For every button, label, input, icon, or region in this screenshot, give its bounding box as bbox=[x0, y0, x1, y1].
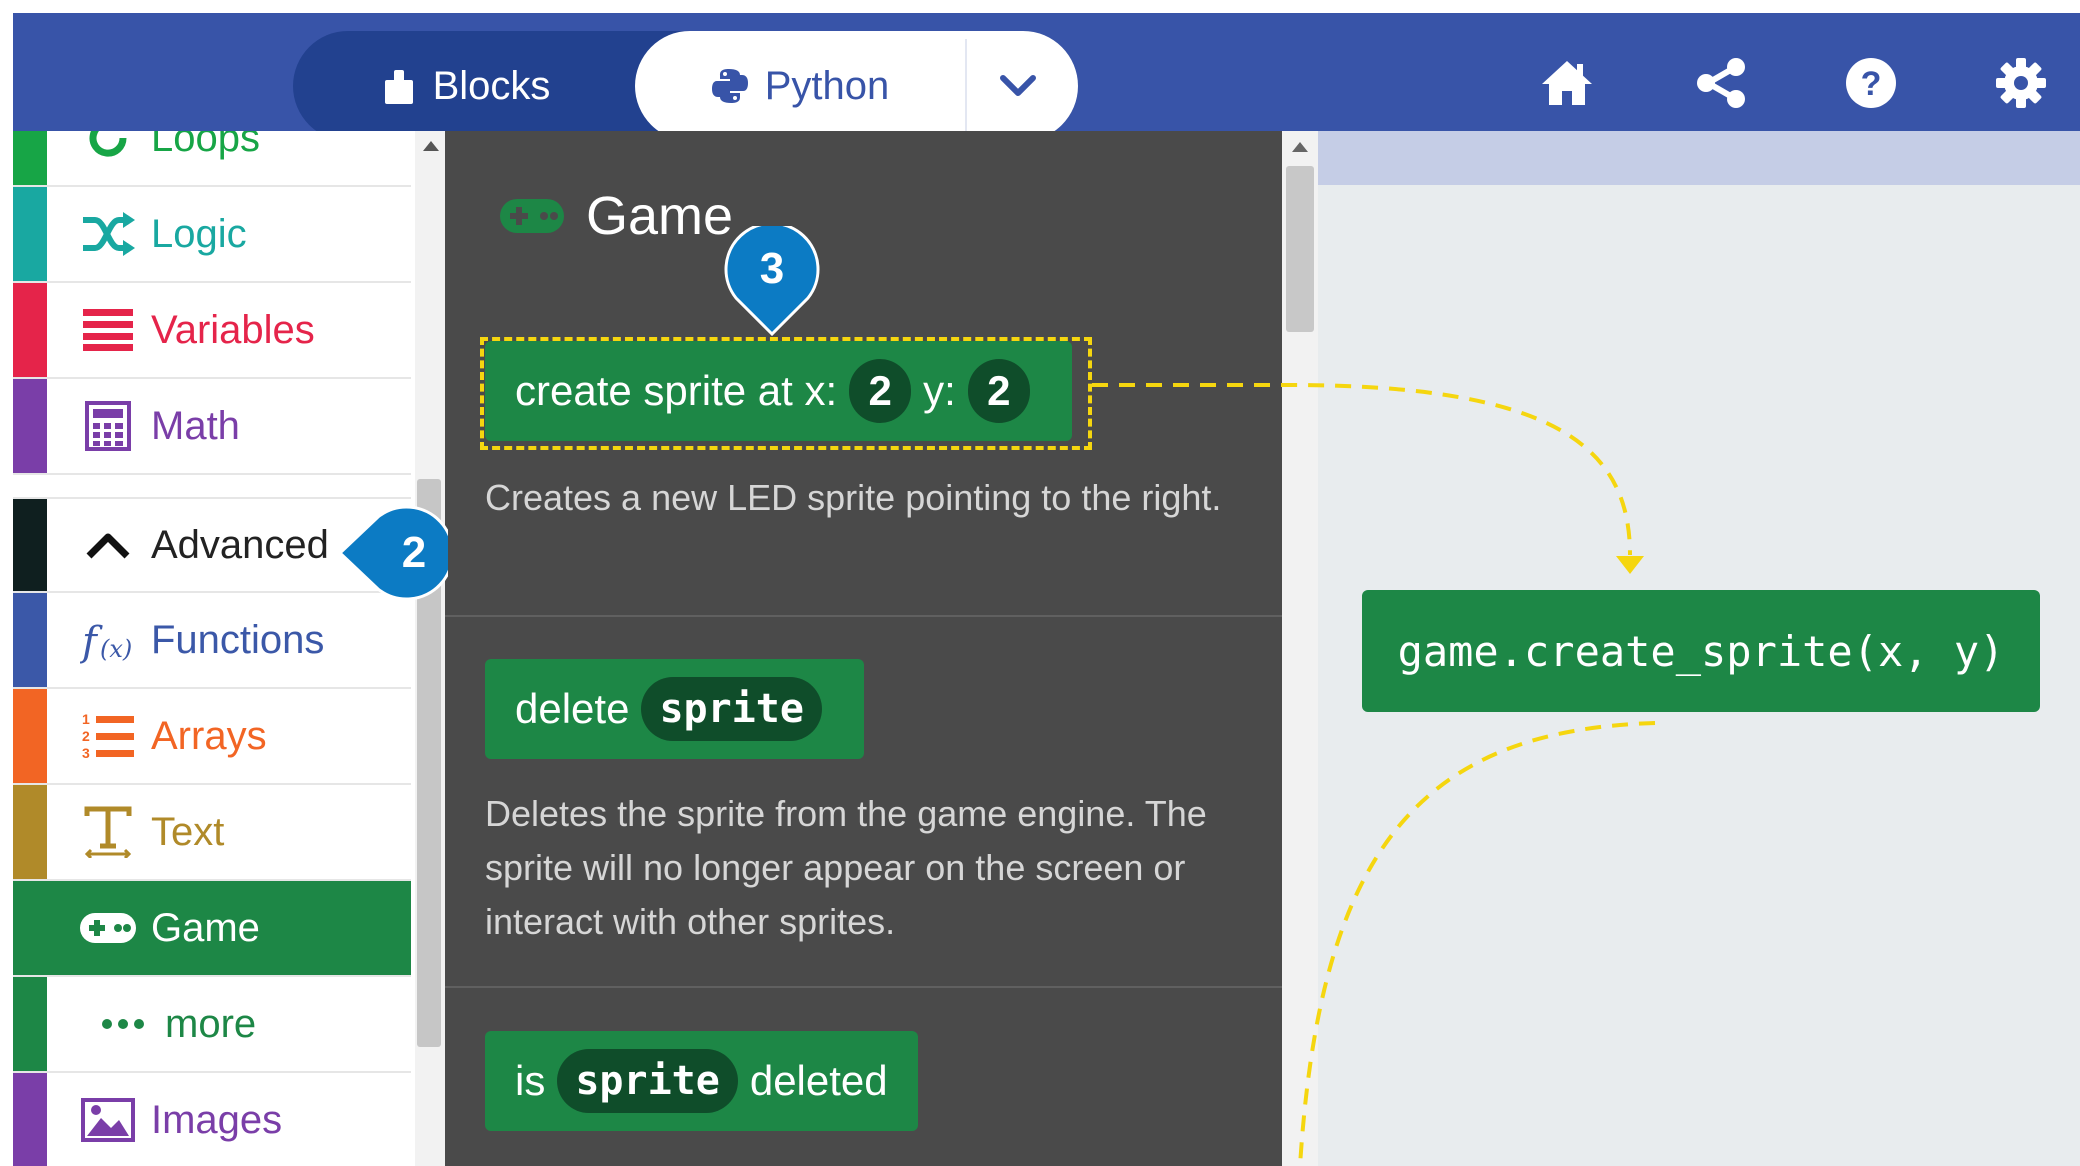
step-2-number: 2 bbox=[401, 528, 427, 577]
callout-pointer-shape bbox=[340, 505, 448, 601]
step-3-number: 3 bbox=[759, 244, 785, 293]
step-2-callout: 2 bbox=[340, 505, 448, 601]
step-3-callout: 3 bbox=[724, 226, 820, 336]
callout-connector-lines bbox=[1092, 383, 1656, 1166]
makecode-editor: Blocks Python ? Loops Logic Variables Ma… bbox=[0, 0, 2080, 1166]
